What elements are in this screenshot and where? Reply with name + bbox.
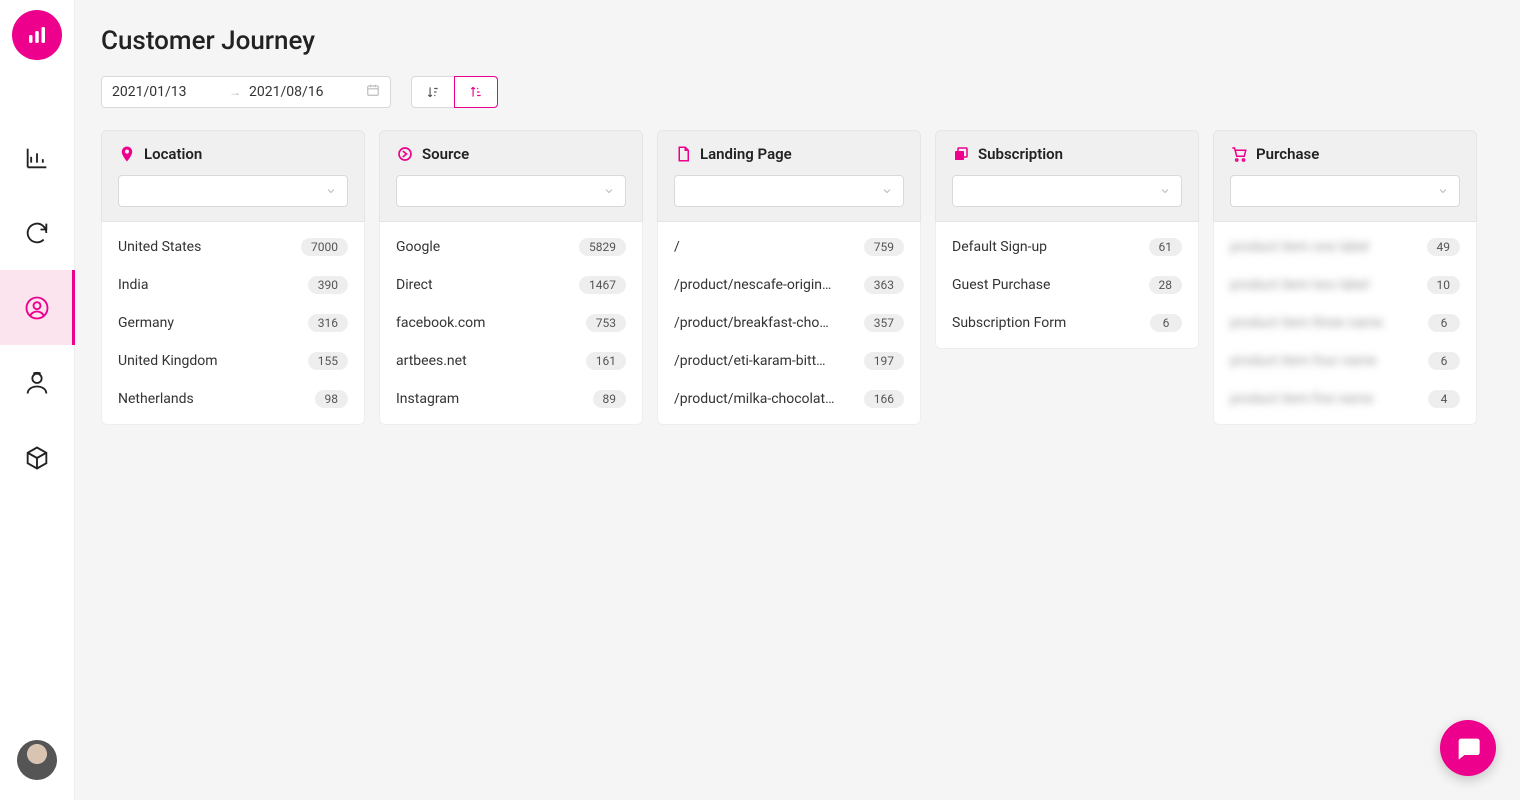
list-item[interactable]: product item four name6 [1214, 342, 1476, 380]
column-header: Source [379, 130, 643, 222]
box-icon [23, 444, 51, 472]
list-item[interactable]: /product/eti-karam-bitt…197 [658, 342, 920, 380]
sort-asc-button[interactable] [454, 76, 498, 108]
list-item[interactable]: United States7000 [102, 228, 364, 266]
sort-group [411, 76, 498, 108]
chevron-down-icon [325, 185, 337, 197]
column-body: product item one label49 product item tw… [1213, 222, 1477, 425]
location-icon [118, 145, 136, 163]
column-purchase: Purchase product item one label49 produc… [1213, 130, 1477, 425]
column-title: Source [422, 145, 469, 163]
page-icon [674, 145, 692, 163]
list-item[interactable]: /product/milka-chocolat…166 [658, 380, 920, 418]
column-source: Source Google5829 Direct1467 facebook.co… [379, 130, 643, 425]
nav-item-users[interactable] [0, 345, 75, 420]
date-range-picker[interactable]: 2021/01/13 → 2021/08/16 [101, 76, 391, 108]
column-location: Location United States7000 India390 Germ… [101, 130, 365, 425]
column-title: Purchase [1256, 145, 1319, 163]
list-item[interactable]: Default Sign-up61 [936, 228, 1198, 266]
list-item[interactable]: Netherlands98 [102, 380, 364, 418]
list-item[interactable]: Google5829 [380, 228, 642, 266]
list-item[interactable]: facebook.com753 [380, 304, 642, 342]
list-item[interactable]: artbees.net161 [380, 342, 642, 380]
user-avatar[interactable] [17, 740, 57, 780]
main-content: Customer Journey 2021/01/13 → 2021/08/16 [75, 0, 1520, 800]
list-item[interactable]: United Kingdom155 [102, 342, 364, 380]
list-item[interactable]: India390 [102, 266, 364, 304]
list-item[interactable]: Germany316 [102, 304, 364, 342]
source-icon [396, 145, 414, 163]
date-end: 2021/08/16 [249, 84, 358, 100]
column-body: Default Sign-up61 Guest Purchase28 Subsc… [935, 222, 1199, 349]
sort-desc-icon [426, 85, 440, 99]
page-title: Customer Journey [101, 26, 1494, 56]
list-item[interactable]: Guest Purchase28 [936, 266, 1198, 304]
list-item[interactable]: product item two label10 [1214, 266, 1476, 304]
chevron-down-icon [881, 185, 893, 197]
user-icon [23, 369, 51, 397]
filter-select[interactable] [1230, 175, 1460, 207]
column-body: /759 /product/nescafe-origin…363 /produc… [657, 222, 921, 425]
list-item[interactable]: product item one label49 [1214, 228, 1476, 266]
list-item[interactable]: /product/breakfast-cho…357 [658, 304, 920, 342]
list-item[interactable]: product item three name6 [1214, 304, 1476, 342]
column-header: Location [101, 130, 365, 222]
list-item[interactable]: /product/nescafe-origin…363 [658, 266, 920, 304]
column-landing-page: Landing Page /759 /product/nescafe-origi… [657, 130, 921, 425]
cart-icon [1230, 145, 1248, 163]
nav-item-analytics[interactable] [0, 120, 75, 195]
toolbar: 2021/01/13 → 2021/08/16 [101, 76, 1494, 108]
journey-columns: Location United States7000 India390 Germ… [101, 130, 1494, 425]
column-subscription: Subscription Default Sign-up61 Guest Pur… [935, 130, 1199, 425]
chevron-down-icon [1159, 185, 1171, 197]
column-header: Subscription [935, 130, 1199, 222]
sidebar [0, 0, 75, 800]
sync-icon [23, 219, 51, 247]
filter-select[interactable] [118, 175, 348, 207]
subscription-icon [952, 145, 970, 163]
filter-select[interactable] [674, 175, 904, 207]
nav-item-sync[interactable] [0, 195, 75, 270]
arrow-right-icon: → [229, 85, 241, 99]
list-item[interactable]: Direct1467 [380, 266, 642, 304]
list-item[interactable]: product item five name4 [1214, 380, 1476, 418]
column-body: Google5829 Direct1467 facebook.com753 ar… [379, 222, 643, 425]
filter-select[interactable] [952, 175, 1182, 207]
chart-icon [23, 144, 51, 172]
chat-button[interactable] [1440, 720, 1496, 776]
filter-select[interactable] [396, 175, 626, 207]
app-logo[interactable] [12, 10, 62, 60]
list-item[interactable]: Instagram89 [380, 380, 642, 418]
chevron-down-icon [603, 185, 615, 197]
nav-item-products[interactable] [0, 420, 75, 495]
chat-icon [1454, 734, 1482, 762]
sort-asc-icon [469, 85, 483, 99]
column-title: Location [144, 145, 202, 163]
nav-item-customer-journey[interactable] [0, 270, 75, 345]
journey-icon [23, 294, 51, 322]
column-header: Purchase [1213, 130, 1477, 222]
calendar-icon [366, 83, 380, 101]
date-start: 2021/01/13 [112, 84, 221, 100]
sort-desc-button[interactable] [411, 76, 455, 108]
bars-icon [25, 23, 49, 47]
list-item[interactable]: /759 [658, 228, 920, 266]
column-title: Landing Page [700, 145, 792, 163]
list-item[interactable]: Subscription Form6 [936, 304, 1198, 342]
column-title: Subscription [978, 145, 1063, 163]
chevron-down-icon [1437, 185, 1449, 197]
column-body: United States7000 India390 Germany316 Un… [101, 222, 365, 425]
column-header: Landing Page [657, 130, 921, 222]
